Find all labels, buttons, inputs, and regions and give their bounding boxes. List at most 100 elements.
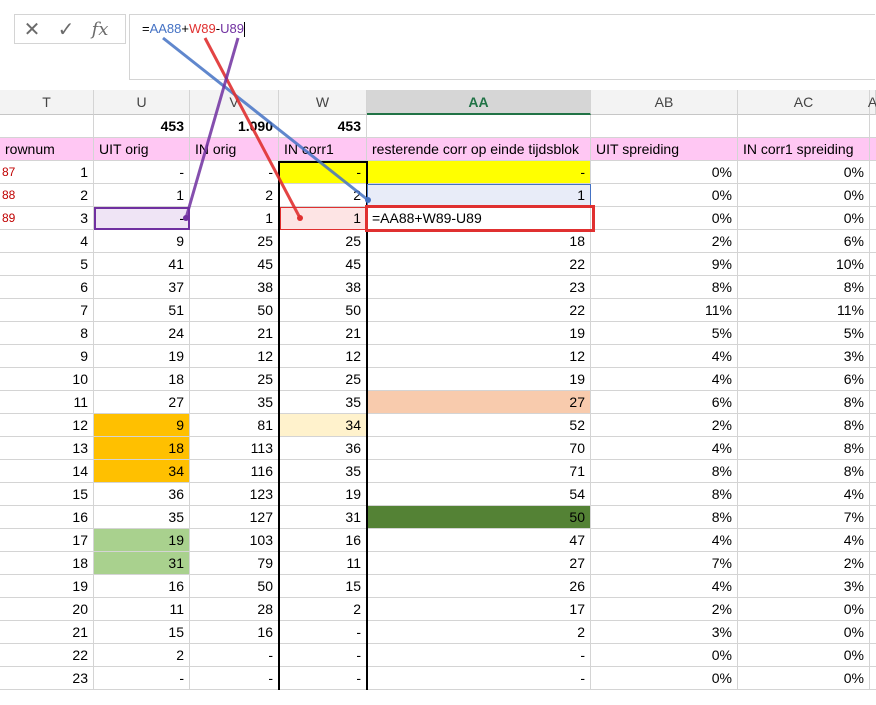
cell-u-row-21[interactable]: 15 <box>94 621 190 644</box>
cell-v-row-5[interactable]: 45 <box>190 253 279 276</box>
totals-cell-v[interactable]: 1.090 <box>190 115 279 138</box>
cell-ac-row-6[interactable]: 8% <box>738 276 870 299</box>
cell-aa-row-10[interactable]: 19 <box>367 368 591 391</box>
cell-ac-row-17[interactable]: 4% <box>738 529 870 552</box>
cell-aa-row-23[interactable]: - <box>367 667 591 690</box>
totals-cell-aa[interactable] <box>367 115 591 138</box>
cell-w-row-6[interactable]: 38 <box>279 276 367 299</box>
column-header-a[interactable]: A <box>868 90 876 115</box>
cell-t-row-4[interactable]: 4 <box>0 230 94 253</box>
cell-u-row-8[interactable]: 24 <box>94 322 190 345</box>
cell-w-row-11[interactable]: 35 <box>279 391 367 414</box>
cell-t-row-2[interactable]: 88 2 <box>0 184 94 207</box>
cell-v-row-16[interactable]: 127 <box>190 506 279 529</box>
cell-w-row-5[interactable]: 45 <box>279 253 367 276</box>
header-cell-u[interactable]: UIT orig <box>94 138 190 161</box>
cell-ac-row-16[interactable]: 7% <box>738 506 870 529</box>
totals-cell-ab[interactable] <box>591 115 738 138</box>
cell-a-row-5[interactable] <box>870 253 876 276</box>
cell-w-row-1[interactable]: - <box>279 161 367 184</box>
cell-aa-row-8[interactable]: 19 <box>367 322 591 345</box>
cell-a-row-7[interactable] <box>870 299 876 322</box>
cell-u-row-6[interactable]: 37 <box>94 276 190 299</box>
cell-ac-row-21[interactable]: 0% <box>738 621 870 644</box>
cell-ab-row-6[interactable]: 8% <box>591 276 738 299</box>
cell-w-row-10[interactable]: 25 <box>279 368 367 391</box>
cell-a-row-8[interactable] <box>870 322 876 345</box>
cell-v-row-20[interactable]: 28 <box>190 598 279 621</box>
cell-u-row-4[interactable]: 9 <box>94 230 190 253</box>
cell-ac-row-14[interactable]: 8% <box>738 460 870 483</box>
cell-t-row-19[interactable]: 19 <box>0 575 94 598</box>
cell-u-row-14[interactable]: 34 <box>94 460 190 483</box>
cell-ac-row-12[interactable]: 8% <box>738 414 870 437</box>
cell-v-row-8[interactable]: 21 <box>190 322 279 345</box>
cell-u-row-22[interactable]: 2 <box>94 644 190 667</box>
cell-t-row-10[interactable]: 10 <box>0 368 94 391</box>
cell-a-row-21[interactable] <box>870 621 876 644</box>
cell-t-row-6[interactable]: 6 <box>0 276 94 299</box>
cell-u-row-19[interactable]: 16 <box>94 575 190 598</box>
cell-aa-row-21[interactable]: 2 <box>367 621 591 644</box>
cell-u-row-20[interactable]: 11 <box>94 598 190 621</box>
cell-v-row-21[interactable]: 16 <box>190 621 279 644</box>
totals-cell-a[interactable] <box>870 115 876 138</box>
cell-w-row-15[interactable]: 19 <box>279 483 367 506</box>
cell-ab-row-9[interactable]: 4% <box>591 345 738 368</box>
cell-a-row-14[interactable] <box>870 460 876 483</box>
cell-a-row-20[interactable] <box>870 598 876 621</box>
column-header-u[interactable]: U <box>94 90 190 115</box>
totals-cell-t[interactable] <box>0 115 94 138</box>
cell-aa-row-17[interactable]: 47 <box>367 529 591 552</box>
cell-w-row-13[interactable]: 36 <box>279 437 367 460</box>
cell-aa-row-19[interactable]: 26 <box>367 575 591 598</box>
cell-w-row-9[interactable]: 12 <box>279 345 367 368</box>
cell-ac-row-2[interactable]: 0% <box>738 184 870 207</box>
cell-w-row-18[interactable]: 11 <box>279 552 367 575</box>
cell-a-row-9[interactable] <box>870 345 876 368</box>
cell-ab-row-7[interactable]: 11% <box>591 299 738 322</box>
cell-v-row-10[interactable]: 25 <box>190 368 279 391</box>
cell-a-row-11[interactable] <box>870 391 876 414</box>
cell-ab-row-20[interactable]: 2% <box>591 598 738 621</box>
cell-v-row-4[interactable]: 25 <box>190 230 279 253</box>
cell-ac-row-9[interactable]: 3% <box>738 345 870 368</box>
cell-ac-row-23[interactable]: 0% <box>738 667 870 690</box>
cell-a-row-23[interactable] <box>870 667 876 690</box>
cell-a-row-15[interactable] <box>870 483 876 506</box>
cell-t-row-5[interactable]: 5 <box>0 253 94 276</box>
cell-ab-row-4[interactable]: 2% <box>591 230 738 253</box>
column-header-aa[interactable]: AA <box>367 90 591 115</box>
totals-cell-u[interactable]: 453 <box>94 115 190 138</box>
cell-u-row-15[interactable]: 36 <box>94 483 190 506</box>
cell-ac-row-20[interactable]: 0% <box>738 598 870 621</box>
cell-ab-row-22[interactable]: 0% <box>591 644 738 667</box>
cell-ac-row-8[interactable]: 5% <box>738 322 870 345</box>
cell-ab-row-1[interactable]: 0% <box>591 161 738 184</box>
cell-w-row-7[interactable]: 50 <box>279 299 367 322</box>
cell-a-row-10[interactable] <box>870 368 876 391</box>
cell-a-row-17[interactable] <box>870 529 876 552</box>
cell-ab-row-11[interactable]: 6% <box>591 391 738 414</box>
cell-u-row-2[interactable]: 1 <box>94 184 190 207</box>
cell-aa-row-5[interactable]: 22 <box>367 253 591 276</box>
cell-t-row-15[interactable]: 15 <box>0 483 94 506</box>
cell-ab-row-17[interactable]: 4% <box>591 529 738 552</box>
header-cell-aa[interactable]: resterende corr op einde tijdsblok <box>367 138 591 161</box>
cell-ac-row-7[interactable]: 11% <box>738 299 870 322</box>
header-cell-a[interactable] <box>870 138 876 161</box>
cell-w-row-4[interactable]: 25 <box>279 230 367 253</box>
cell-aa-row-11[interactable]: 27 <box>367 391 591 414</box>
cell-t-row-1[interactable]: 87 1 <box>0 161 94 184</box>
cell-w-row-8[interactable]: 21 <box>279 322 367 345</box>
cell-ab-row-5[interactable]: 9% <box>591 253 738 276</box>
totals-cell-w[interactable]: 453 <box>279 115 367 138</box>
cell-ac-row-5[interactable]: 10% <box>738 253 870 276</box>
cell-w-row-23[interactable]: - <box>279 667 367 690</box>
cell-a-row-12[interactable] <box>870 414 876 437</box>
cell-aa-row-1[interactable]: - <box>367 161 591 184</box>
column-header-w[interactable]: W <box>279 90 367 115</box>
cell-v-row-14[interactable]: 116 <box>190 460 279 483</box>
cell-aa-row-4[interactable]: 18 <box>367 230 591 253</box>
column-header-t[interactable]: T <box>0 90 94 115</box>
